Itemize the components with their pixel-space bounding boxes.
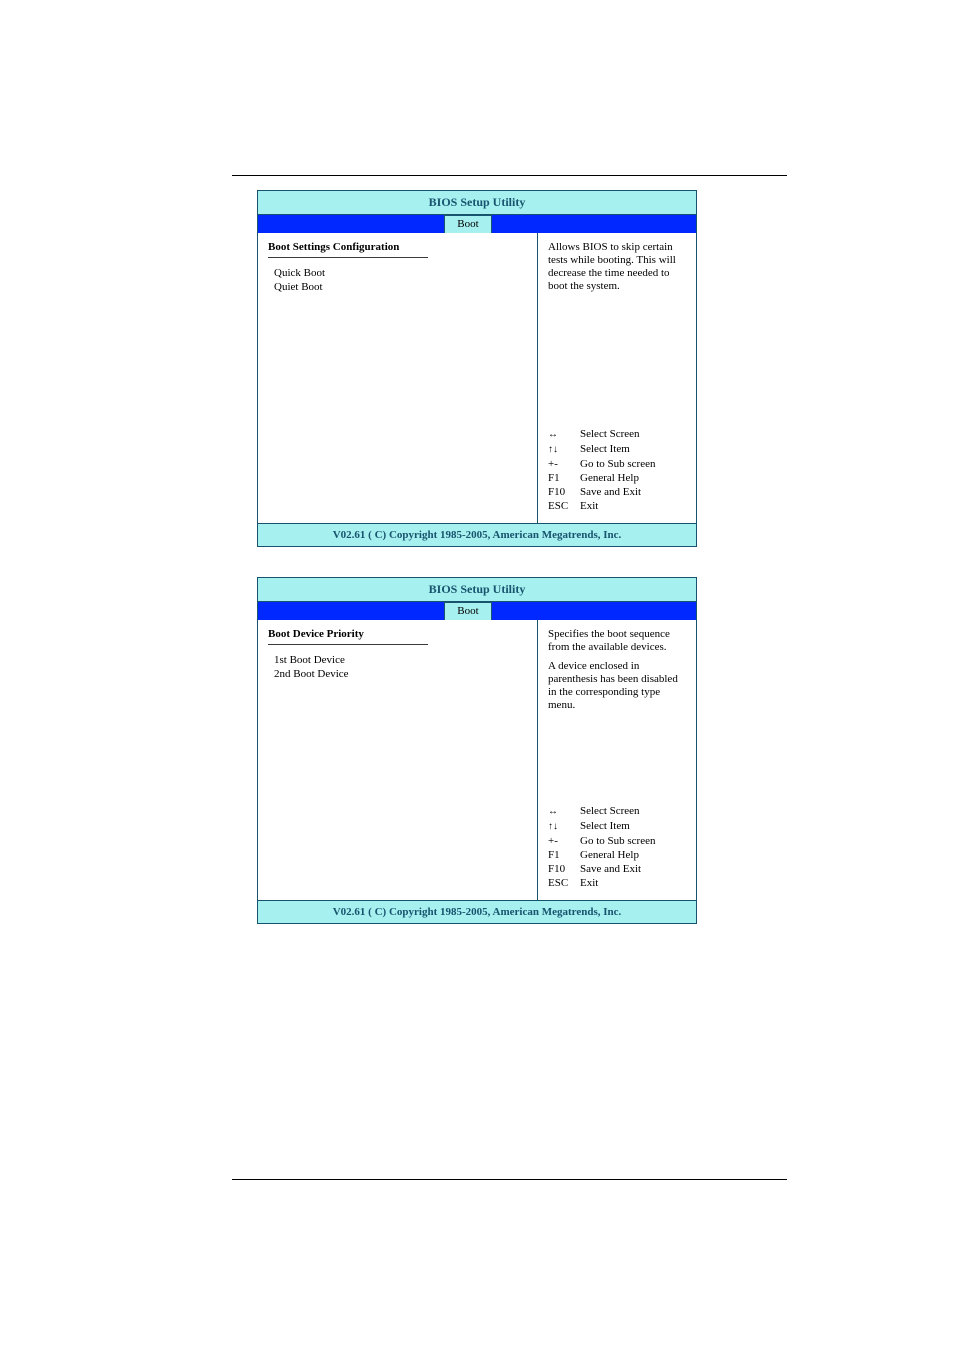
bios-tab-bar: Boot [258,215,696,233]
legend-key-f10: F10 [548,485,580,499]
bottom-horizontal-rule [232,1179,787,1180]
legend-select-item: Select Item [580,442,659,457]
bios-right-pane: Specifies the boot sequence from the ava… [538,620,696,900]
bios-copyright: V02.61 ( C) Copyright 1985-2005, America… [258,900,696,923]
section-heading: Boot Settings Configuration [268,241,527,253]
help-para-2: A device enclosed in parenthesis has bee… [548,660,686,712]
legend-key-f1: F1 [548,471,580,485]
bios-copyright: V02.61 ( C) Copyright 1985-2005, America… [258,523,696,546]
arrows-ud-icon: ↑↓ [548,821,558,832]
tab-boot[interactable]: Boot [444,215,492,233]
setting-item-1st-boot[interactable]: 1st Boot Device [268,653,527,667]
bios-tab-bar: Boot [258,602,696,620]
legend-subscreen: Go to Sub screen [580,457,659,471]
legend-key-plusminus: +- [548,834,580,848]
help-text: Specifies the boot sequence from the ava… [548,628,686,712]
settings-list: 1st Boot Device 2nd Boot Device [268,653,527,681]
arrows-lr-icon: ↔ [548,806,558,817]
legend-select-screen: Select Screen [580,804,659,819]
bios-right-pane: Allows BIOS to skip certain tests while … [538,233,696,523]
bios-title: BIOS Setup Utility [258,578,696,602]
arrows-ud-icon: ↑↓ [548,444,558,455]
help-para-1: Specifies the boot sequence from the ava… [548,628,686,654]
document-page: BIOS Setup Utility Boot Boot Settings Co… [0,0,954,1350]
bios-title: BIOS Setup Utility [258,191,696,215]
legend-key-plusminus: +- [548,457,580,471]
separator [268,257,428,258]
help-text: Allows BIOS to skip certain tests while … [548,241,686,293]
legend-general-help: General Help [580,471,659,485]
section-heading: Boot Device Priority [268,628,527,640]
bios-left-pane: Boot Device Priority 1st Boot Device 2nd… [258,620,538,900]
legend-key-esc: ESC [548,876,580,890]
legend-select-item: Select Item [580,819,659,834]
settings-list: Quick Boot Quiet Boot [268,266,527,294]
separator [268,644,428,645]
bios-body: Boot Device Priority 1st Boot Device 2nd… [258,620,696,900]
setting-item-quick-boot[interactable]: Quick Boot [268,266,527,280]
legend-save-exit: Save and Exit [580,862,659,876]
setting-item-2nd-boot[interactable]: 2nd Boot Device [268,667,527,681]
legend-save-exit: Save and Exit [580,485,659,499]
setting-item-quiet-boot[interactable]: Quiet Boot [268,280,527,294]
legend-key-f10: F10 [548,862,580,876]
bios-left-pane: Boot Settings Configuration Quick Boot Q… [258,233,538,523]
bios-panel-boot-priority: BIOS Setup Utility Boot Boot Device Prio… [257,577,697,924]
top-horizontal-rule [232,175,787,176]
legend-exit: Exit [580,876,659,890]
legend-select-screen: Select Screen [580,427,659,442]
legend-subscreen: Go to Sub screen [580,834,659,848]
legend-key-f1: F1 [548,848,580,862]
bios-body: Boot Settings Configuration Quick Boot Q… [258,233,696,523]
legend-key-esc: ESC [548,499,580,513]
legend-general-help: General Help [580,848,659,862]
key-legend: ↔ Select Screen ↑↓ Select Item +-Go to Sub… [548,427,659,513]
tab-boot[interactable]: Boot [444,602,492,620]
bios-panel-boot-settings: BIOS Setup Utility Boot Boot Settings Co… [257,190,697,547]
arrows-lr-icon: ↔ [548,429,558,440]
key-legend: ↔ Select Screen ↑↓ Select Item +-Go to Sub… [548,804,659,890]
legend-exit: Exit [580,499,659,513]
